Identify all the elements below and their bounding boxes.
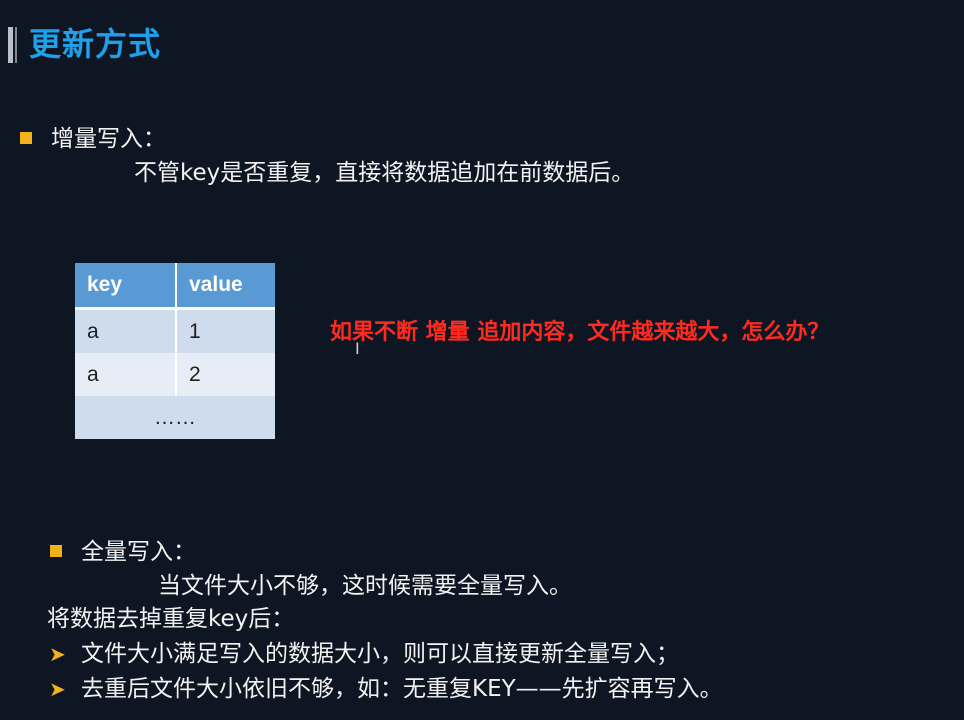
section1-description: 不管key是否重复，直接将数据追加在前数据后。: [134, 160, 635, 186]
section2-heading: 全量写入：: [81, 539, 196, 565]
key-value-table: key value a 1 a 2 ……: [75, 263, 275, 439]
section2-description: 当文件大小不够，这时候需要全量写入。: [158, 573, 572, 599]
arrow-bullet-icon: ➤: [49, 642, 66, 666]
table-row-ellipsis: ……: [75, 396, 275, 439]
square-bullet-icon: [50, 545, 62, 557]
table-cell: 2: [176, 353, 275, 396]
arrow-bullet-icon: ➤: [49, 677, 66, 701]
section2-note: 将数据去掉重复key后：: [47, 606, 295, 632]
table-cell: a: [75, 308, 177, 353]
table-row: a 2: [75, 353, 275, 396]
section2-point-2: 去重后文件大小依旧不够，如：无重复KEY——先扩容再写入。: [81, 676, 723, 702]
table-row: a 1: [75, 308, 275, 353]
text-cursor-icon: I: [355, 339, 360, 358]
square-bullet-icon: [20, 132, 32, 144]
table-cell: 1: [176, 308, 275, 353]
table-header-key: key: [75, 263, 177, 310]
table-header-row: key value: [75, 263, 275, 310]
table-header-value: value: [176, 263, 275, 310]
title-accent-bar: [8, 27, 17, 63]
table-cell: a: [75, 353, 177, 396]
page-title: 更新方式: [29, 25, 162, 63]
question-text: 如果不断 增量 追加内容，文件越来越大，怎么办？: [330, 320, 830, 345]
section2-point-1: 文件大小满足写入的数据大小，则可以直接更新全量写入；: [81, 641, 679, 667]
section1-heading: 增量写入：: [51, 126, 166, 152]
table-ellipsis: ……: [75, 396, 275, 439]
